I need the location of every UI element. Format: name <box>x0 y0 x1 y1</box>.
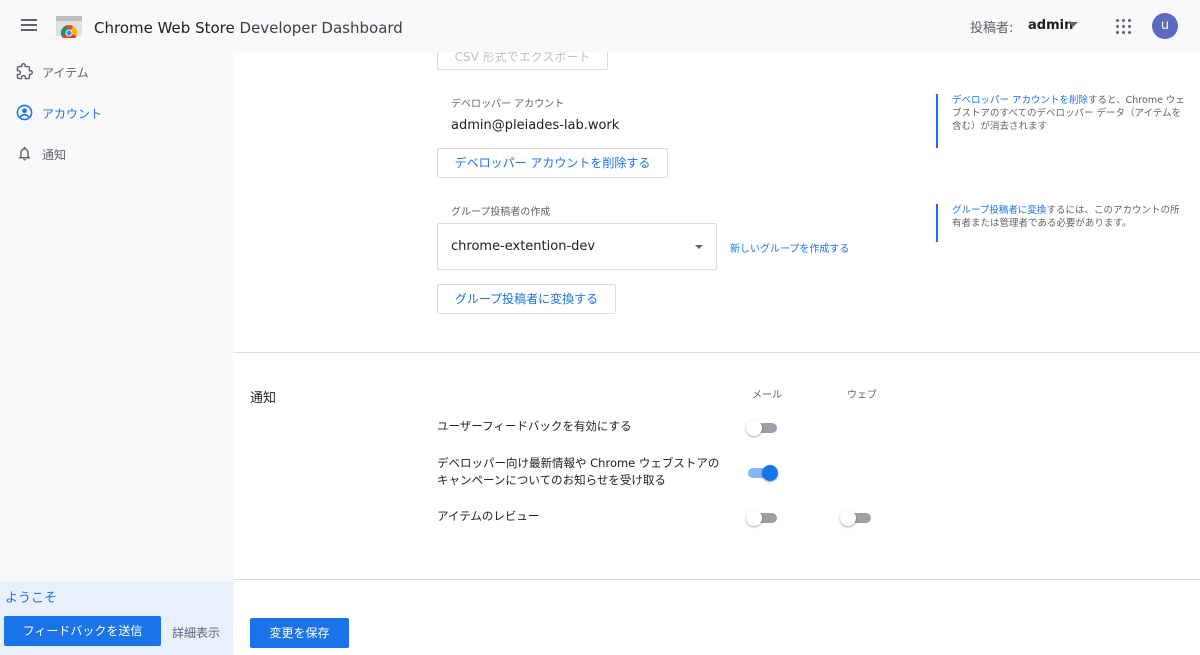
notification-row-label-line: キャンペーンについてのお知らせを受け取る <box>437 473 666 487</box>
create-new-group-link[interactable]: 新しいグループを作成する <box>730 240 849 255</box>
welcome-panel: ようこそ フィードバックを送信 詳細表示 <box>0 581 236 655</box>
developer-updates-mail-toggle[interactable] <box>746 465 778 481</box>
account-circle-icon <box>16 104 33 121</box>
app-title-sub: Developer Dashboard <box>239 19 403 37</box>
save-changes-button[interactable]: 変更を保存 <box>250 618 349 648</box>
sidebar-item-notifications[interactable]: 通知 <box>0 136 233 170</box>
publisher-select[interactable]: admin <box>1028 18 1073 33</box>
delete-account-help: デベロッパー アカウントを削除すると、Chrome ウェブストアのすべてのデベロ… <box>936 94 1186 148</box>
column-header-mail: メール <box>752 390 782 401</box>
apps-grid-icon[interactable] <box>1116 19 1132 35</box>
top-app-bar: Chrome Web Store Developer Dashboard 投稿者… <box>0 0 1200 52</box>
notification-row-label: デベロッパー向け最新情報や Chrome ウェブストアの キャンペーンについての… <box>437 455 719 489</box>
convert-group-help: グループ投稿者に変換するには、このアカウントの所有者または管理者である必要があり… <box>936 204 1186 242</box>
avatar[interactable]: u <box>1152 13 1178 39</box>
chevron-down-icon[interactable] <box>1068 22 1078 27</box>
group-select-value: chrome-extention-dev <box>451 239 596 254</box>
convert-to-group-publisher-button[interactable]: グループ投稿者に変換する <box>437 284 616 314</box>
sidebar-item-label: アカウント <box>42 107 103 121</box>
sidebar: アイテム アカウント 通知 <box>0 52 233 655</box>
notifications-section-title: 通知 <box>250 391 277 406</box>
convert-group-help-link[interactable]: グループ投稿者に変換 <box>952 205 1046 216</box>
sidebar-item-label: 通知 <box>42 148 67 162</box>
details-link[interactable]: 詳細表示 <box>172 624 220 641</box>
group-publisher-label: グループ投稿者の作成 <box>451 207 551 218</box>
column-header-web: ウェブ <box>847 390 877 401</box>
sidebar-item-account[interactable]: アカウント <box>0 95 233 129</box>
dropdown-arrow-icon <box>695 245 703 249</box>
notification-row-label: アイテムのレビュー <box>437 509 540 523</box>
notification-row-label: ユーザーフィードバックを有効にする <box>437 419 632 433</box>
sidebar-item-items[interactable]: アイテム <box>0 54 233 88</box>
section-divider <box>233 352 1200 353</box>
main-content: CSV 形式でエクスポート デベロッパー アカウント admin@pleiade… <box>233 46 1200 655</box>
bell-icon <box>16 145 33 162</box>
hamburger-menu-icon[interactable] <box>18 16 42 36</box>
chrome-web-store-logo-icon <box>56 16 82 41</box>
puzzle-icon <box>16 63 33 80</box>
send-feedback-button[interactable]: フィードバックを送信 <box>4 616 161 646</box>
app-title-main: Chrome Web Store <box>94 19 235 37</box>
item-review-web-toggle[interactable] <box>840 510 872 526</box>
sidebar-item-label: アイテム <box>42 66 89 80</box>
app-title: Chrome Web Store Developer Dashboard <box>94 19 403 37</box>
delete-account-help-link[interactable]: デベロッパー アカウントを削除 <box>952 95 1088 106</box>
item-review-mail-toggle[interactable] <box>746 510 778 526</box>
group-select[interactable]: chrome-extention-dev <box>437 223 717 270</box>
section-divider <box>233 579 1200 580</box>
developer-account-email: admin@pleiades-lab.work <box>451 118 620 133</box>
delete-developer-account-button[interactable]: デベロッパー アカウントを削除する <box>437 148 668 178</box>
welcome-text: ようこそ <box>5 591 58 606</box>
user-feedback-mail-toggle[interactable] <box>746 420 778 436</box>
notification-row-label-line: デベロッパー向け最新情報や Chrome ウェブストアの <box>437 456 720 470</box>
publisher-label: 投稿者: <box>970 21 1014 36</box>
developer-account-label: デベロッパー アカウント <box>451 99 565 110</box>
